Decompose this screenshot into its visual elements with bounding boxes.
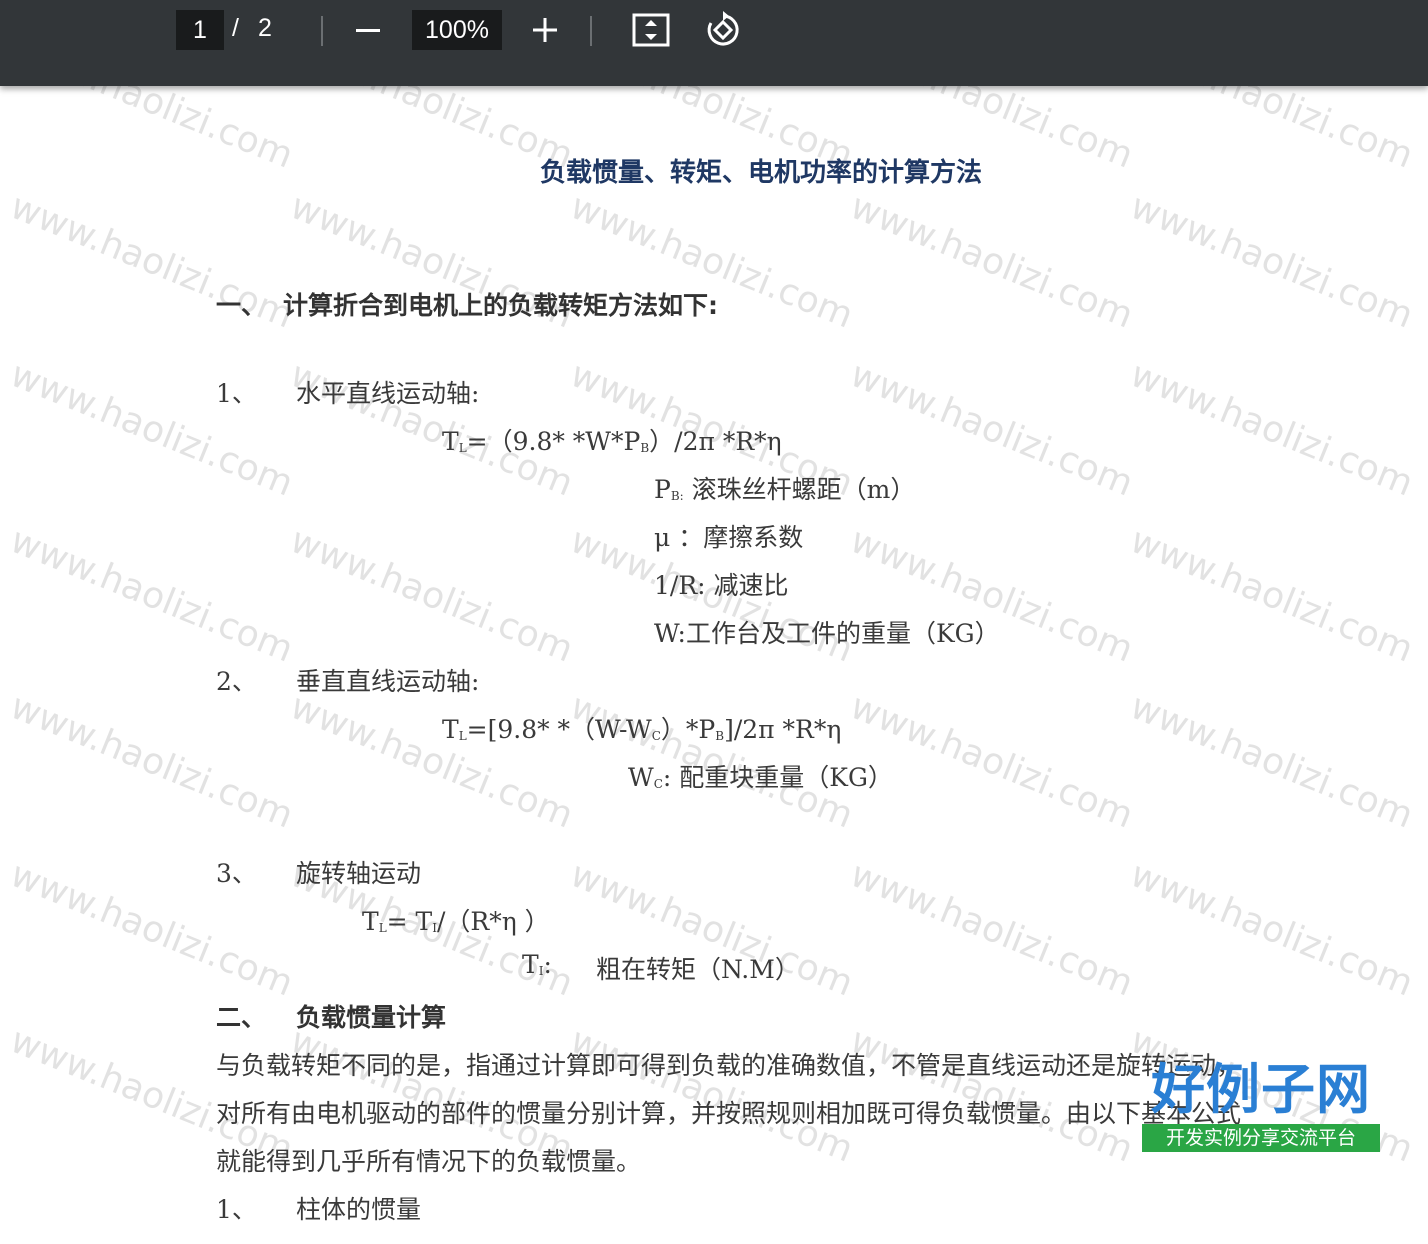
zoom-in-button[interactable] xyxy=(524,10,566,50)
section-1-heading: 计算折合到电机上的负载转矩方法如下: xyxy=(283,291,718,320)
minus-icon xyxy=(356,29,380,32)
item-3-number: 3、 xyxy=(216,859,257,888)
watermark: www.haolizi.com xyxy=(1124,186,1419,337)
item-1-number: 1、 xyxy=(216,379,257,408)
section-2-heading: 负载惯量计算 xyxy=(296,1003,447,1032)
fit-page-icon xyxy=(632,13,670,47)
paragraph-line: 对所有由电机驱动的部件的惯量分别计算，并按照规则相加既可得负载惯量。由以下基本公… xyxy=(216,1099,1242,1128)
formula-2: TL=[9.8* *（W-WC）*PB]/2π *R*η xyxy=(442,715,842,744)
watermark: www.haolizi.com xyxy=(1124,520,1419,671)
rotate-button[interactable] xyxy=(702,10,744,50)
logo-tagline: 开发实例分享交流平台 xyxy=(1142,1124,1380,1152)
item-3-heading: 旋转轴运动 xyxy=(296,859,422,888)
zoom-out-button[interactable] xyxy=(347,10,389,50)
watermark: www.haolizi.com xyxy=(1124,854,1419,1005)
document-title: 负载惯量、转矩、电机功率的计算方法 xyxy=(540,158,983,188)
formula-1: TL=（9.8* *W*PB）/2π *R*η xyxy=(442,427,782,456)
total-pages: 2 xyxy=(258,14,272,42)
definition-mu: μ ：摩擦系数 xyxy=(654,523,804,552)
definition-weight: W:工作台及工件的重量（KG） xyxy=(654,619,1000,648)
plus-icon xyxy=(533,18,557,42)
site-logo: 好例子网 开发实例分享交流平台 xyxy=(1142,1058,1380,1152)
pdf-toolbar: 1 / 2 100% xyxy=(0,0,1428,86)
item-4-heading: 柱体的惯量 xyxy=(296,1195,422,1224)
item-2-heading: 垂直直线运动轴: xyxy=(296,667,480,696)
paragraph-line: 就能得到几乎所有情况下的负载惯量。 xyxy=(216,1147,642,1176)
page-separator: / xyxy=(232,14,239,42)
page-number-input[interactable]: 1 xyxy=(176,10,224,50)
definition-wc: WC: 配重块重量（KG） xyxy=(628,763,893,792)
zoom-level-input[interactable]: 100% xyxy=(412,10,502,50)
watermark: www.haolizi.com xyxy=(284,520,579,671)
definition-ti-symbol: TI: xyxy=(522,950,552,979)
definition-ratio: 1/R: 减速比 xyxy=(654,571,789,600)
watermark: www.haolizi.com xyxy=(284,686,579,837)
fit-page-button[interactable] xyxy=(630,10,672,50)
paragraph-line: 与负载转矩不同的是，指通过计算即可得到负载的准确数值，不管是直线运动还是旋转运动… xyxy=(216,1051,1242,1080)
toolbar-divider xyxy=(321,16,323,46)
logo-text: 好例子网 xyxy=(1151,1058,1371,1121)
definition-pb: PB: 滚珠丝杆螺距（m） xyxy=(654,475,916,504)
watermark: www.haolizi.com xyxy=(4,686,299,837)
watermark: www.haolizi.com xyxy=(4,520,299,671)
section-1-number: 一、 xyxy=(216,291,267,320)
item-1-heading: 水平直线运动轴: xyxy=(296,379,480,408)
watermark: www.haolizi.com xyxy=(1124,354,1419,505)
section-2-number: 二、 xyxy=(216,1003,267,1032)
watermark: www.haolizi.com xyxy=(1124,686,1419,837)
watermark: www.haolizi.com xyxy=(844,854,1139,1005)
definition-ti: 粗在转矩（N.M） xyxy=(596,955,800,984)
watermark: www.haolizi.com xyxy=(844,186,1139,337)
item-2-number: 2、 xyxy=(216,667,257,696)
rotate-icon xyxy=(707,11,739,46)
formula-3: TL= TI/（R*η ） xyxy=(362,907,550,936)
toolbar-divider xyxy=(590,16,592,46)
item-4-number: 1、 xyxy=(216,1195,257,1224)
